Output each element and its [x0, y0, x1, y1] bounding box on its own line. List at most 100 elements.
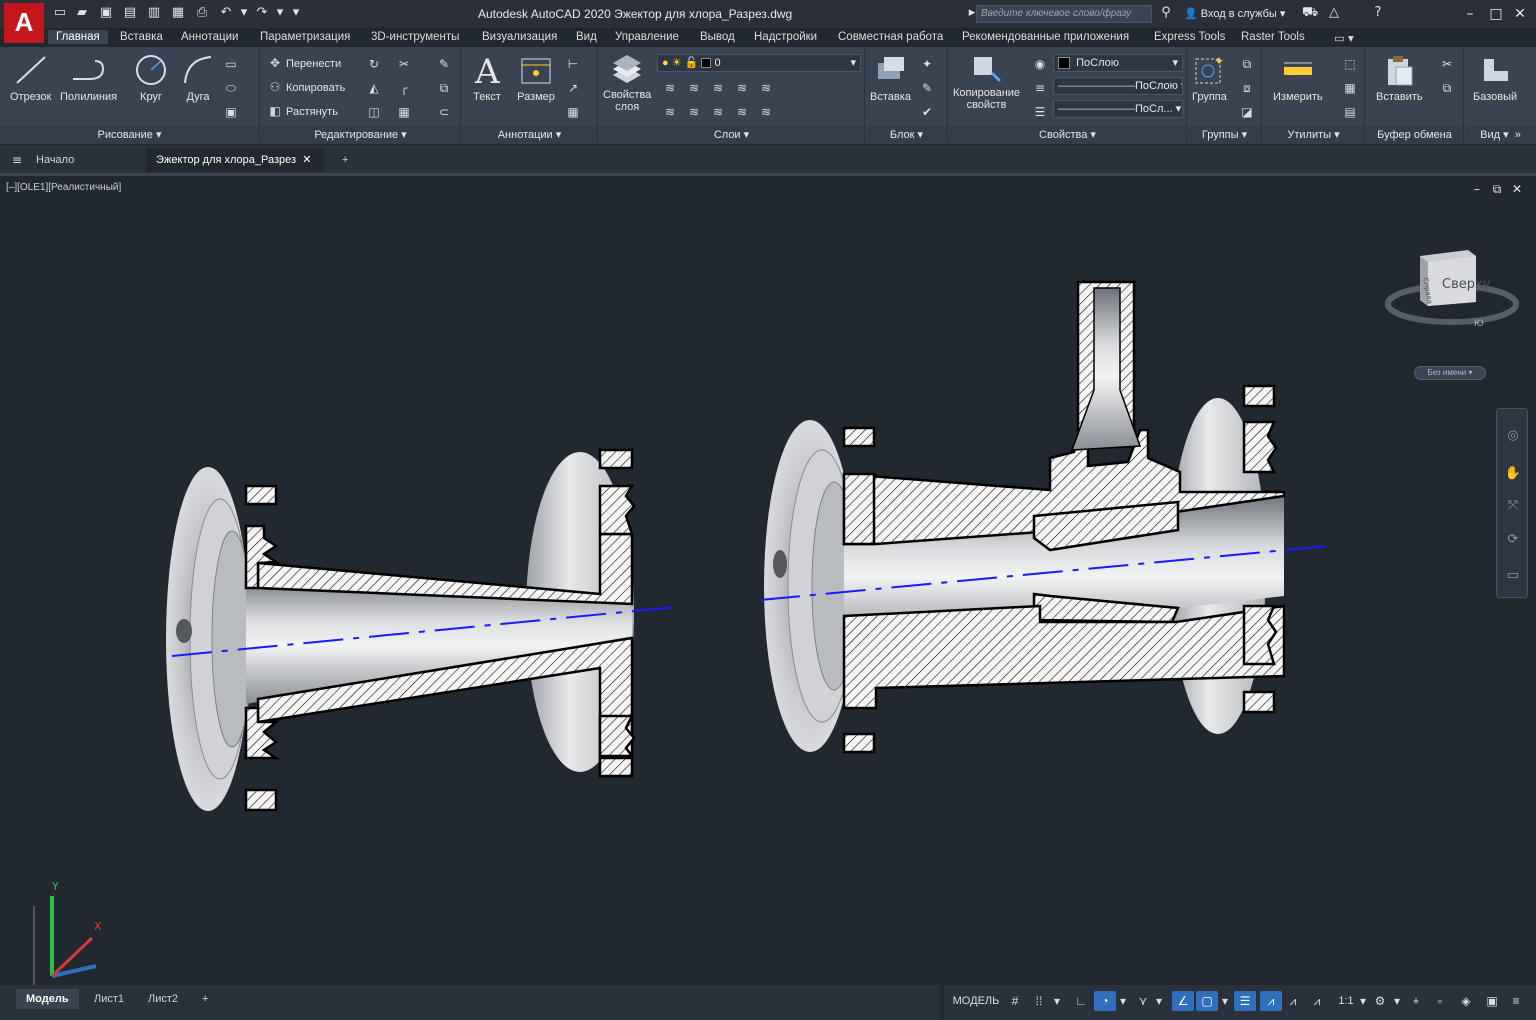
isodraft-dropdown-icon[interactable]: ▾	[1154, 991, 1164, 1011]
annotation-monitor-icon[interactable]: +	[1406, 991, 1426, 1011]
group-edit-icon[interactable]: ⧈	[1238, 79, 1256, 97]
layer-tool-icon[interactable]: ≋	[685, 103, 703, 121]
binoculars-icon[interactable]: ⚲	[1158, 6, 1174, 20]
a360-icon[interactable]: △	[1326, 6, 1342, 20]
ucs-icon[interactable]: Y X	[22, 876, 112, 986]
layer-tool-icon[interactable]: ≋	[685, 79, 703, 97]
snap-dropdown-icon[interactable]: ▾	[1052, 991, 1062, 1011]
tab-raster-tools[interactable]: Raster Tools	[1233, 30, 1313, 44]
trim-icon[interactable]: ✂	[395, 55, 413, 73]
rotate-icon[interactable]: ↻	[365, 55, 383, 73]
panel-view-title[interactable]: Вид ▾ »	[1465, 126, 1536, 144]
named-view-dropdown[interactable]: Без имени ▾	[1414, 366, 1486, 380]
table-icon[interactable]: ▦	[564, 103, 582, 121]
dimension-button[interactable]: Размер	[516, 53, 556, 103]
ellipse-icon[interactable]: ▣	[222, 103, 240, 121]
file-tab-start[interactable]: Начало	[26, 148, 84, 172]
lineweight-dropdown[interactable]: ———————ПоСлою ▾	[1053, 77, 1183, 95]
plot-preview-icon[interactable]: ▥	[146, 6, 162, 20]
viewport-close-icon[interactable]: ✕	[1510, 182, 1524, 196]
maximize-icon[interactable]: □	[1486, 4, 1506, 24]
model-space-button[interactable]: МОДЕЛЬ	[948, 991, 1004, 1011]
rectangle-icon[interactable]: ▭	[222, 55, 240, 73]
move-button[interactable]: ✥ Перенести	[267, 54, 341, 72]
offset-icon[interactable]: ⊂	[435, 103, 453, 121]
lineweight-toggle-icon[interactable]: ☰	[1234, 991, 1256, 1011]
panel-block-title[interactable]: Блок ▾	[866, 126, 947, 144]
explode-icon[interactable]: ⧉	[435, 79, 453, 97]
linetype-dropdown[interactable]: ——————— ПоСл... ▾	[1053, 100, 1183, 118]
signin-button[interactable]: 👤 Вход в службы ▾	[1184, 7, 1285, 20]
tab-parametric[interactable]: Параметризация	[252, 30, 358, 44]
edit-block-icon[interactable]: ✎	[918, 79, 936, 97]
tab-collaborate[interactable]: Совместная работа	[830, 30, 951, 44]
leader-icon[interactable]: ↗	[564, 79, 582, 97]
array-icon[interactable]: ▦	[395, 103, 413, 121]
polar-dropdown-icon[interactable]: ▾	[1118, 991, 1128, 1011]
workspace-dropdown-icon[interactable]: ▾	[1392, 991, 1402, 1011]
tab-model[interactable]: Модель	[16, 989, 79, 1009]
tab-addins[interactable]: Надстройки	[746, 30, 825, 44]
layer-tool-icon[interactable]: ≋	[709, 79, 727, 97]
fillet-icon[interactable]: ╭	[395, 79, 413, 97]
pan-icon[interactable]: ✋	[1504, 465, 1522, 483]
redo-dropdown-icon[interactable]: ▾	[272, 6, 288, 20]
object-snap-icon[interactable]: ▢	[1196, 991, 1218, 1011]
tab-featured-apps[interactable]: Рекомендованные приложения	[954, 30, 1137, 44]
file-tab-drawing[interactable]: Эжектор для хлора_Разрез ✕	[146, 148, 324, 172]
osnap-dropdown-icon[interactable]: ▾	[1220, 991, 1230, 1011]
viewcube[interactable]: Сверху Справа Ю	[1384, 248, 1524, 332]
tab-view[interactable]: Вид	[568, 30, 605, 44]
autoscale-icon[interactable]: ⩘	[1284, 991, 1302, 1011]
zoom-extents-icon[interactable]: ⤧	[1504, 497, 1522, 515]
model-viewport[interactable]: [–][OLE1][Реалистичный] – ⧉ ✕ Сверху Спр…	[0, 173, 1536, 986]
color-dropdown[interactable]: ПоСлою ▾	[1053, 54, 1183, 72]
stretch-button[interactable]: ◧ Растянуть	[267, 102, 338, 120]
new-file-icon[interactable]: ▭	[52, 6, 68, 20]
tab-3d-tools[interactable]: 3D-инструменты	[363, 30, 467, 44]
cart-icon[interactable]: ⛟	[1302, 6, 1318, 20]
new-tab-button[interactable]: +	[332, 148, 358, 172]
add-layout-button[interactable]: +	[192, 989, 218, 1009]
workspace-gear-icon[interactable]: ⚙	[1370, 991, 1390, 1011]
layer-tool-icon[interactable]: ≋	[661, 103, 679, 121]
linear-dim-icon[interactable]: ⊢	[564, 55, 582, 73]
panel-groups-title[interactable]: Группы ▾	[1188, 126, 1261, 144]
text-button[interactable]: A Текст	[472, 53, 502, 103]
isodraft-icon[interactable]: ⋎	[1134, 991, 1152, 1011]
object-snap-tracking-icon[interactable]: ∠	[1172, 991, 1194, 1011]
layer-tool-icon[interactable]: ≋	[733, 79, 751, 97]
arc-button[interactable]: Дуга	[181, 53, 215, 103]
ejector-body-part[interactable]	[764, 280, 1286, 754]
viewcube-face-label[interactable]: Сверху	[1442, 277, 1491, 292]
customize-statusbar-icon[interactable]: ≡	[1506, 991, 1526, 1011]
minimize-icon[interactable]: –	[1460, 4, 1480, 24]
ribbon-toggle-icon[interactable]: ▭ ▾	[1326, 30, 1362, 46]
units-icon[interactable]: ▫	[1430, 991, 1450, 1011]
annotation-visibility-icon[interactable]: ⩘	[1260, 991, 1282, 1011]
publish-icon[interactable]: ▦	[170, 6, 186, 20]
layer-dropdown[interactable]: ● ☀ 🔓 0 ▾	[657, 54, 861, 72]
quick-properties-icon[interactable]: ◈	[1456, 991, 1476, 1011]
edit-attributes-icon[interactable]: ✔	[918, 103, 936, 121]
layer-tool-icon[interactable]: ≋	[709, 103, 727, 121]
tab-output[interactable]: Вывод	[692, 30, 743, 44]
polar-tracking-icon[interactable]: ◔	[1094, 991, 1116, 1011]
linetype-icon[interactable]: ☰	[1031, 103, 1049, 121]
ungroup-icon[interactable]: ⧉	[1238, 55, 1256, 73]
line-button[interactable]: Отрезок	[10, 53, 51, 103]
select-all-icon[interactable]: ▦	[1341, 79, 1359, 97]
mirror-icon[interactable]: ◭	[365, 79, 383, 97]
panel-annotation-title[interactable]: Аннотации ▾	[462, 126, 597, 144]
panel-modify-title[interactable]: Редактирование ▾	[261, 126, 460, 144]
viewport-minimize-icon[interactable]: –	[1470, 182, 1484, 196]
showmotion-icon[interactable]: ▭	[1504, 567, 1522, 585]
layer-tool-icon[interactable]: ≋	[757, 103, 775, 121]
panel-clipboard-title[interactable]: Буфер обмена	[1366, 126, 1463, 144]
tab-layout2[interactable]: Лист2	[138, 989, 188, 1009]
match-properties-button[interactable]: Копирование свойств	[953, 53, 1020, 111]
create-block-icon[interactable]: ✦	[918, 55, 936, 73]
annotation-scale-value[interactable]: 1:1	[1332, 991, 1360, 1011]
viewcube-compass-label[interactable]: Ю	[1474, 319, 1484, 329]
layer-tool-icon[interactable]: ≋	[757, 79, 775, 97]
